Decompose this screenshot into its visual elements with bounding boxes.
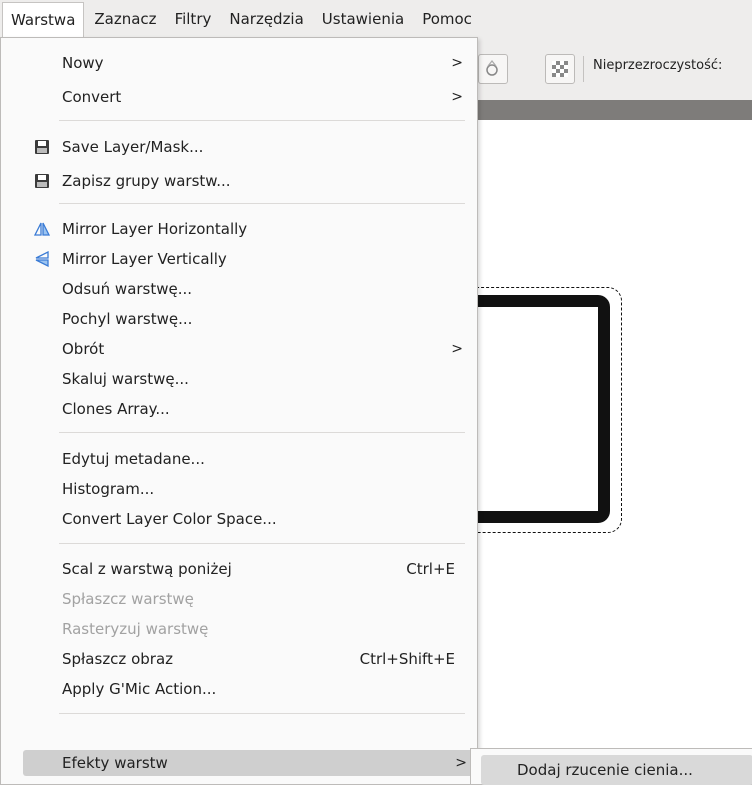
- menu-item-flatten-image[interactable]: Spłaszcz obraz Ctrl+Shift+E: [1, 646, 477, 672]
- menu-item-label: Skaluj warstwę...: [62, 370, 189, 388]
- menu-item-label: Spłaszcz warstwę: [62, 590, 194, 608]
- submenu-arrow-icon: >: [451, 89, 463, 105]
- menu-item-mirror-vertically[interactable]: Mirror Layer Vertically: [1, 246, 477, 272]
- layer-menu-dropdown: Nowy > Convert > Save Layer/Mask... Zapi…: [0, 37, 478, 785]
- menu-item-merge-down[interactable]: Scal z warstwą poniżej Ctrl+E: [1, 556, 477, 582]
- menu-item-label: Odsuń warstwę...: [62, 280, 193, 298]
- menu-item-label: Efekty warstw: [62, 754, 168, 772]
- menu-item-mirror-horizontally[interactable]: Mirror Layer Horizontally: [1, 216, 477, 242]
- menu-item-label: Convert Layer Color Space...: [62, 510, 277, 528]
- shortcut-label: Ctrl+Shift+E: [359, 650, 455, 668]
- menu-item-flatten-layer: Spłaszcz warstwę: [1, 586, 477, 612]
- layer-effects-submenu: Dodaj rzucenie cienia...: [470, 748, 752, 785]
- menu-item-label: Zapisz grupy warstw...: [62, 172, 231, 190]
- menu-item-clones-array[interactable]: Clones Array...: [1, 396, 477, 422]
- menu-filters[interactable]: Filtry: [167, 2, 220, 36]
- menu-item-label: Rasteryzuj warstwę: [62, 620, 209, 638]
- menu-separator: [59, 713, 465, 714]
- menu-item-add-drop-shadow[interactable]: Dodaj rzucenie cienia...: [481, 755, 752, 785]
- menu-item-label: Edytuj metadane...: [62, 450, 205, 468]
- mirror-horizontal-icon: [34, 222, 50, 236]
- checkerboard-icon: [552, 61, 568, 77]
- toolbar-separator: [583, 56, 584, 82]
- menu-item-label: Save Layer/Mask...: [62, 138, 204, 156]
- menu-item-label: Scal z warstwą poniżej: [62, 560, 232, 578]
- menu-item-scale-layer[interactable]: Skaluj warstwę...: [1, 366, 477, 392]
- menu-item-apply-gmic-action[interactable]: Apply G'Mic Action...: [1, 676, 477, 702]
- menu-separator: [59, 543, 465, 544]
- menu-item-save-layer-mask[interactable]: Save Layer/Mask...: [1, 134, 477, 160]
- mirror-vertical-icon: [35, 251, 49, 267]
- save-icon: [35, 140, 49, 154]
- menu-select[interactable]: Zaznacz: [86, 2, 164, 36]
- menu-item-edit-metadata[interactable]: Edytuj metadane...: [1, 446, 477, 472]
- menu-item-label: Convert: [62, 88, 122, 106]
- menu-item-label: Obrót: [62, 340, 105, 358]
- opacity-label: Nieprzezroczystość:: [593, 58, 723, 73]
- menu-item-save-layer-groups[interactable]: Zapisz grupy warstw...: [1, 168, 477, 194]
- menu-tools[interactable]: Narzędzia: [221, 2, 311, 36]
- menu-item-shear-layer[interactable]: Pochyl warstwę...: [1, 306, 477, 332]
- menu-separator: [59, 120, 465, 121]
- menu-item-label: Apply G'Mic Action...: [62, 680, 217, 698]
- menu-item-label: Nowy: [62, 54, 104, 72]
- menu-layer[interactable]: Warstwa: [2, 1, 85, 37]
- submenu-arrow-icon: >: [451, 55, 463, 71]
- menu-item-label: Dodaj rzucenie cienia...: [517, 761, 693, 779]
- menu-item-convert-color-space[interactable]: Convert Layer Color Space...: [1, 506, 477, 532]
- menu-item-label: Spłaszcz obraz: [62, 650, 174, 668]
- menu-item-rasterize-layer: Rasteryzuj warstwę: [1, 616, 477, 642]
- menu-item-histogram[interactable]: Histogram...: [1, 476, 477, 502]
- menu-item-label: Pochyl warstwę...: [62, 310, 193, 328]
- menu-item-label: Clones Array...: [62, 400, 170, 418]
- alpha-lock-button[interactable]: [478, 54, 508, 84]
- menu-settings[interactable]: Ustawienia: [314, 2, 412, 36]
- transparency-button[interactable]: [545, 54, 575, 84]
- menu-item-layer-effects[interactable]: Efekty warstw >: [23, 750, 473, 776]
- save-icon: [35, 174, 49, 188]
- menu-item-label: Mirror Layer Horizontally: [62, 220, 248, 238]
- menu-item-label: Mirror Layer Vertically: [62, 250, 227, 268]
- alpha-lock-icon: [486, 60, 498, 76]
- menu-item-label: Histogram...: [62, 480, 155, 498]
- menu-help[interactable]: Pomoc: [414, 2, 480, 36]
- menu-separator: [59, 432, 465, 433]
- menu-item-rotate[interactable]: Obrót >: [1, 336, 477, 362]
- menu-item-new[interactable]: Nowy >: [1, 50, 477, 76]
- submenu-arrow-icon: >: [455, 755, 467, 771]
- submenu-arrow-icon: >: [451, 341, 463, 357]
- shortcut-label: Ctrl+E: [406, 560, 455, 578]
- menu-item-offset-layer[interactable]: Odsuń warstwę...: [1, 276, 477, 302]
- menu-item-convert[interactable]: Convert >: [1, 84, 477, 110]
- menu-separator: [59, 203, 465, 204]
- menubar: Warstwa Zaznacz Filtry Narzędzia Ustawie…: [0, 0, 752, 38]
